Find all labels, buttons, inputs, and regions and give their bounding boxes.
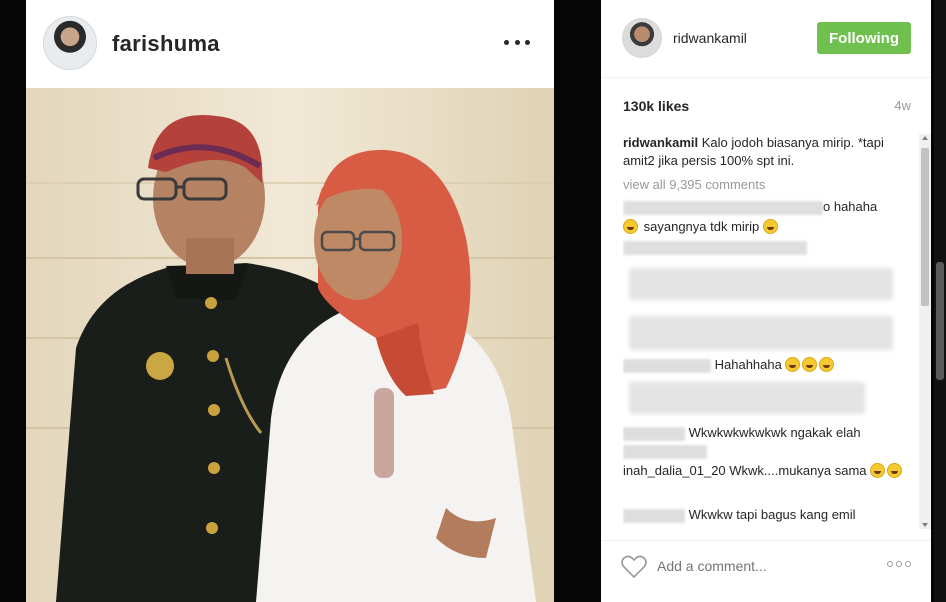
caption-username[interactable]: ridwankamil (623, 135, 698, 150)
heart-icon[interactable] (621, 555, 647, 579)
author-username[interactable]: farishuma (112, 31, 220, 57)
laughing-emoji-icon (762, 219, 778, 234)
scroll-up-icon[interactable] (922, 136, 928, 140)
caption: ridwankamil Kalo jodoh biasanya mirip. *… (623, 134, 913, 170)
view-all-comments-link[interactable]: view all 9,395 comments (623, 176, 913, 198)
list-item (623, 238, 913, 264)
comment-text: inah_dalia_01_20 Wkwk....mukanya sama (623, 463, 867, 478)
list-item: Wkwkw tapi bagus kang emil (623, 506, 913, 526)
list-item: Wkwkwkwkwkwk ngakak elah (623, 424, 913, 460)
redacted-username (623, 426, 685, 441)
post-age[interactable]: 4w (894, 98, 911, 113)
list-item (623, 314, 913, 354)
redacted-comment (623, 444, 707, 459)
list-item (623, 376, 913, 424)
post-card: farishuma (26, 0, 554, 602)
redacted-comment (629, 382, 865, 414)
author-avatar[interactable] (43, 16, 97, 70)
list-item: inah_dalia_01_20 Wkwk....mukanya sama (623, 462, 913, 506)
comments-scrollbar[interactable] (919, 134, 931, 529)
comment-text: Hahahhaha (714, 357, 782, 372)
page-scroll-thumb[interactable] (936, 262, 944, 380)
comment-text: Wkwkw tapi bagus kang emil (688, 507, 856, 522)
account-username[interactable]: ridwankamil (673, 30, 747, 46)
laughing-emoji-icon (802, 357, 818, 372)
redacted-username (623, 358, 711, 373)
more-dots-icon[interactable] (504, 32, 530, 52)
laughing-emoji-icon (819, 357, 835, 372)
comments-list: ridwankamil Kalo jodoh biasanya mirip. *… (623, 134, 913, 529)
laughing-emoji-icon (887, 463, 903, 478)
post-detail-panel: ridwankamil Following 130k likes 4w ridw… (601, 0, 931, 602)
following-button[interactable]: Following (817, 22, 911, 54)
likes-count[interactable]: 130k likes (623, 98, 689, 114)
list-item: sayangnya tdk mirip (623, 218, 913, 238)
panel-header: ridwankamil Following (601, 0, 931, 78)
laughing-emoji-icon (623, 219, 638, 234)
account-avatar[interactable] (622, 18, 662, 58)
redacted-comment (623, 240, 807, 255)
comment-composer (601, 540, 931, 602)
more-options-icon[interactable] (887, 561, 911, 571)
post-photo[interactable] (26, 88, 554, 602)
page-scrollbar[interactable] (934, 0, 946, 602)
list-item: o hahaha (623, 198, 913, 216)
redacted-username (623, 508, 685, 523)
comment-text: o hahaha (823, 199, 878, 214)
redacted-username (623, 200, 823, 215)
redacted-comment (629, 268, 893, 300)
laughing-emoji-icon (870, 463, 886, 478)
list-item: Hahahhaha (623, 356, 913, 376)
comment-text: Wkwkwkwkwkwk ngakak elah (688, 425, 861, 440)
add-comment-input[interactable] (657, 558, 867, 574)
comment-text: sayangnya tdk mirip (643, 219, 760, 234)
laughing-emoji-icon (785, 357, 801, 372)
redacted-comment (629, 316, 893, 350)
list-item (623, 264, 913, 314)
scroll-thumb[interactable] (921, 148, 929, 306)
post-header: farishuma (26, 0, 554, 88)
scroll-down-icon[interactable] (922, 523, 928, 527)
